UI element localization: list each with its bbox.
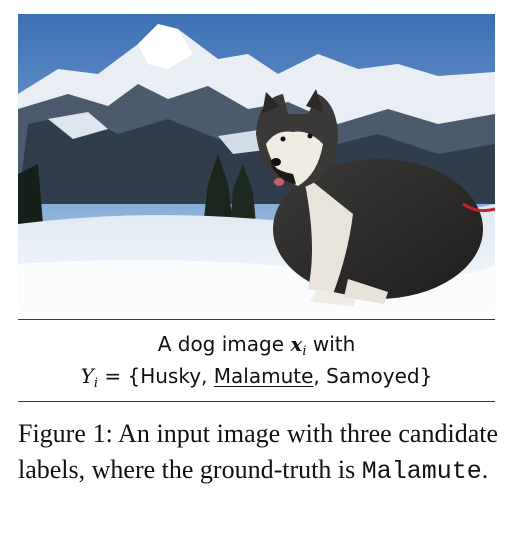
figure-caption: Figure 1: An input image with three cand…: [18, 416, 498, 490]
label-set-variable: Y: [80, 364, 94, 388]
figure: A dog image xi with Yi = {Husky, Malamut…: [0, 0, 516, 538]
illustration-top-rule: [18, 319, 495, 320]
label-husky: Husky: [140, 364, 202, 388]
label-malamute: Malamute: [213, 364, 314, 388]
figure-label: Figure 1:: [18, 419, 113, 448]
dog-photo: [18, 14, 495, 311]
illustration-line-2: Yi = {Husky, Malamute, Samoyed}: [18, 364, 495, 391]
image-variable: x: [290, 332, 303, 356]
illustration-bottom-rule: [18, 401, 495, 402]
illustration-caption: A dog image xi with Yi = {Husky, Malamut…: [18, 326, 495, 398]
label-set-close: }: [419, 364, 433, 388]
label-separator: ,: [313, 364, 327, 388]
label-samoyed: Samoyed: [326, 364, 420, 388]
label-set-equals: = {: [98, 364, 141, 388]
caption-end: .: [481, 455, 489, 484]
ground-truth-label: Malamute: [361, 457, 482, 486]
line1-suffix: with: [306, 332, 356, 356]
illustration-line-1: A dog image xi with: [18, 332, 495, 359]
line1-prefix: A dog image: [157, 332, 291, 356]
label-separator: ,: [201, 364, 214, 388]
